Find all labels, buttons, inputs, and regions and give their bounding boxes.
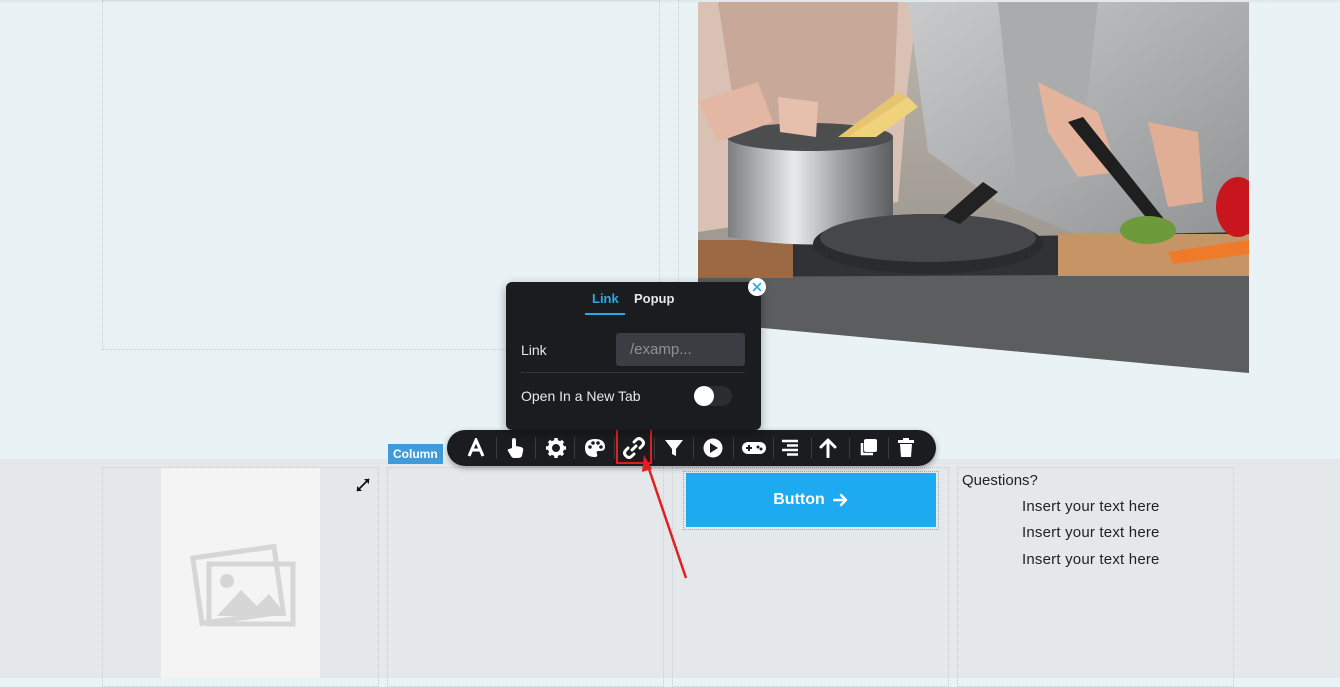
arrow-up-icon[interactable]	[809, 430, 847, 466]
tab-popup[interactable]: Popup	[634, 291, 674, 306]
align-right-icon[interactable]	[771, 430, 809, 466]
column-label[interactable]: Column	[388, 444, 443, 464]
link-settings-popover: Link Popup Link Open In a New Tab	[506, 282, 761, 430]
close-popover-button[interactable]	[748, 278, 766, 296]
palette-icon[interactable]	[576, 430, 614, 466]
play-icon[interactable]	[694, 430, 732, 466]
cta-button-label: Button	[773, 491, 825, 508]
questions-title: Questions?	[962, 472, 1038, 489]
popover-divider	[521, 372, 745, 373]
active-tab-indicator	[585, 313, 625, 315]
gamepad-icon[interactable]	[735, 430, 773, 466]
arrow-right-icon	[832, 493, 847, 507]
link-icon-highlight	[616, 424, 652, 464]
new-tab-label: Open In a New Tab	[521, 388, 641, 404]
bottom-column-2[interactable]	[387, 467, 664, 687]
toolbar-separator	[574, 437, 575, 459]
filter-icon[interactable]	[655, 430, 693, 466]
toggle-knob	[694, 386, 714, 406]
duplicate-icon[interactable]	[849, 430, 887, 466]
trash-icon[interactable]	[887, 430, 925, 466]
toolbar-separator	[733, 437, 734, 459]
questions-line: Insert your text here	[1022, 551, 1160, 568]
link-url-input[interactable]	[616, 333, 745, 366]
questions-line: Insert your text here	[1022, 524, 1160, 541]
link-field-label: Link	[521, 342, 547, 358]
new-tab-toggle[interactable]	[694, 386, 732, 406]
close-icon	[752, 282, 762, 292]
element-toolbar	[447, 430, 936, 466]
gear-icon[interactable]	[537, 430, 575, 466]
typography-icon[interactable]	[457, 430, 495, 466]
toolbar-separator	[535, 437, 536, 459]
expand-icon[interactable]	[355, 477, 371, 493]
questions-line: Insert your text here	[1022, 498, 1160, 515]
cta-button[interactable]: Button	[686, 473, 936, 527]
image-placeholder[interactable]	[161, 468, 320, 678]
cooking-photo[interactable]	[698, 2, 1249, 373]
image-placeholder-icon	[189, 543, 296, 627]
tab-link[interactable]: Link	[592, 291, 619, 306]
pointer-hand-icon[interactable]	[497, 430, 535, 466]
